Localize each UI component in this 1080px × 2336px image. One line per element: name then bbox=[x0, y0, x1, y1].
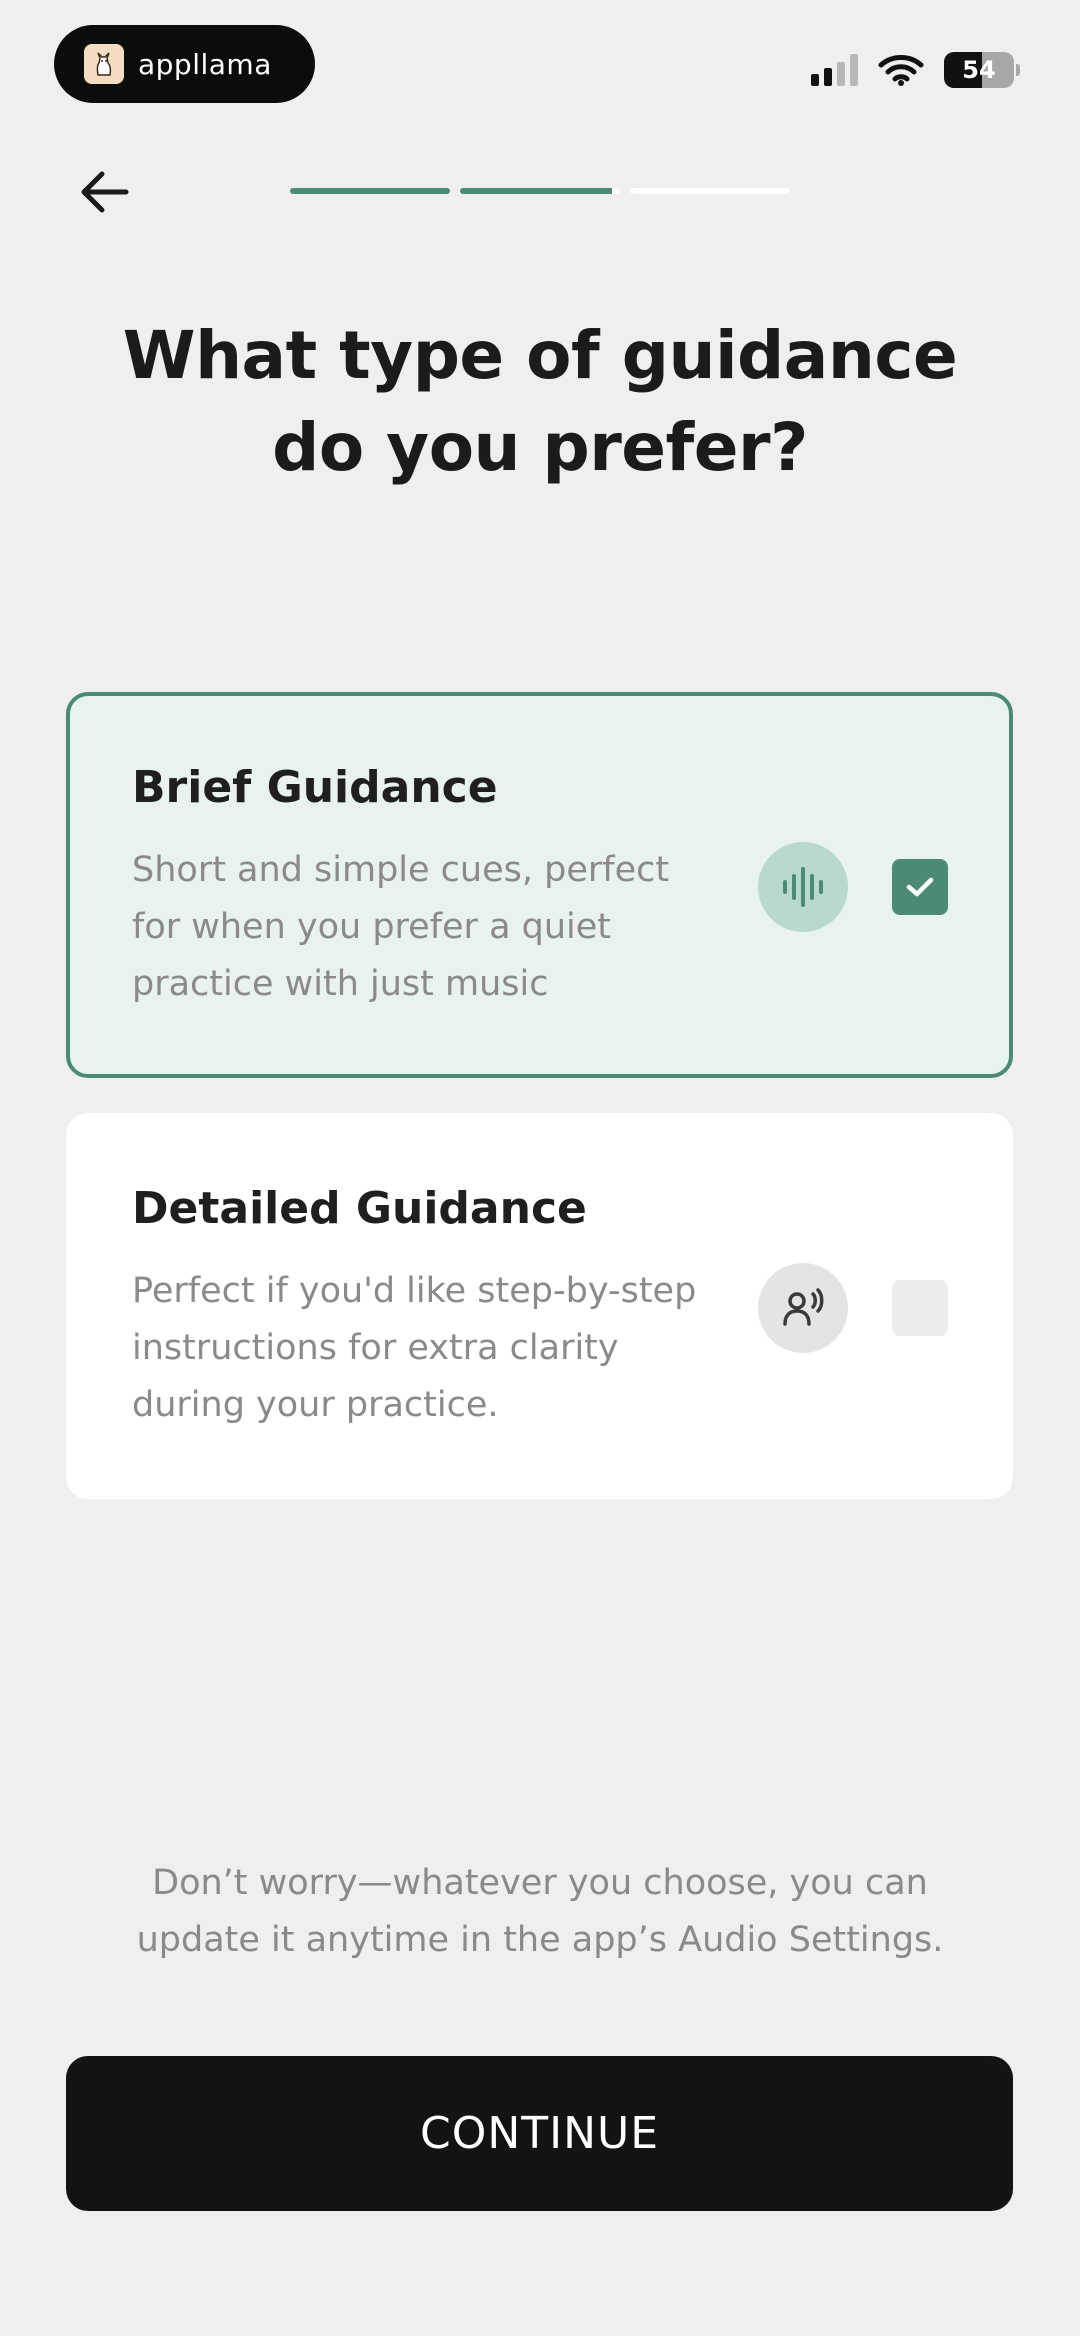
battery-level: 54 bbox=[944, 52, 1014, 88]
person-speaking-icon bbox=[758, 1263, 848, 1353]
cellular-signal-icon bbox=[811, 54, 858, 86]
page-title: What type of guidance do you prefer? bbox=[122, 317, 958, 486]
continue-button[interactable]: CONTINUE bbox=[66, 2056, 1013, 2211]
option-title: Detailed Guidance bbox=[132, 1183, 587, 1234]
onboarding-progress bbox=[290, 188, 790, 194]
option-description: Perfect if you'd like step-by-step instr… bbox=[132, 1271, 697, 1425]
option-title: Brief Guidance bbox=[132, 762, 498, 813]
progress-segment bbox=[460, 188, 620, 194]
checkbox-brief-guidance[interactable] bbox=[892, 859, 948, 915]
progress-segment bbox=[290, 188, 450, 194]
llama-logo-icon bbox=[84, 44, 124, 84]
option-card-brief-guidance[interactable]: Brief Guidance Short and simple cues, pe… bbox=[66, 692, 1013, 1078]
settings-note: Don’t worry—whatever you choose, you can… bbox=[136, 1863, 944, 1960]
status-indicators: 54 bbox=[811, 50, 1020, 90]
sound-wave-icon bbox=[758, 842, 848, 932]
option-card-detailed-guidance[interactable]: Detailed Guidance Perfect if you'd like … bbox=[66, 1113, 1013, 1499]
progress-segment bbox=[630, 188, 790, 194]
wifi-icon bbox=[878, 55, 924, 86]
option-description: Short and simple cues, perfect for when … bbox=[132, 850, 670, 1004]
checkmark-icon bbox=[906, 877, 934, 897]
arrow-left-icon bbox=[81, 171, 129, 213]
checkbox-detailed-guidance[interactable] bbox=[892, 1280, 948, 1336]
status-app-pill[interactable]: appllama bbox=[54, 25, 315, 103]
battery-icon: 54 bbox=[944, 52, 1020, 88]
back-button[interactable] bbox=[72, 160, 136, 224]
app-name: appllama bbox=[138, 47, 272, 81]
